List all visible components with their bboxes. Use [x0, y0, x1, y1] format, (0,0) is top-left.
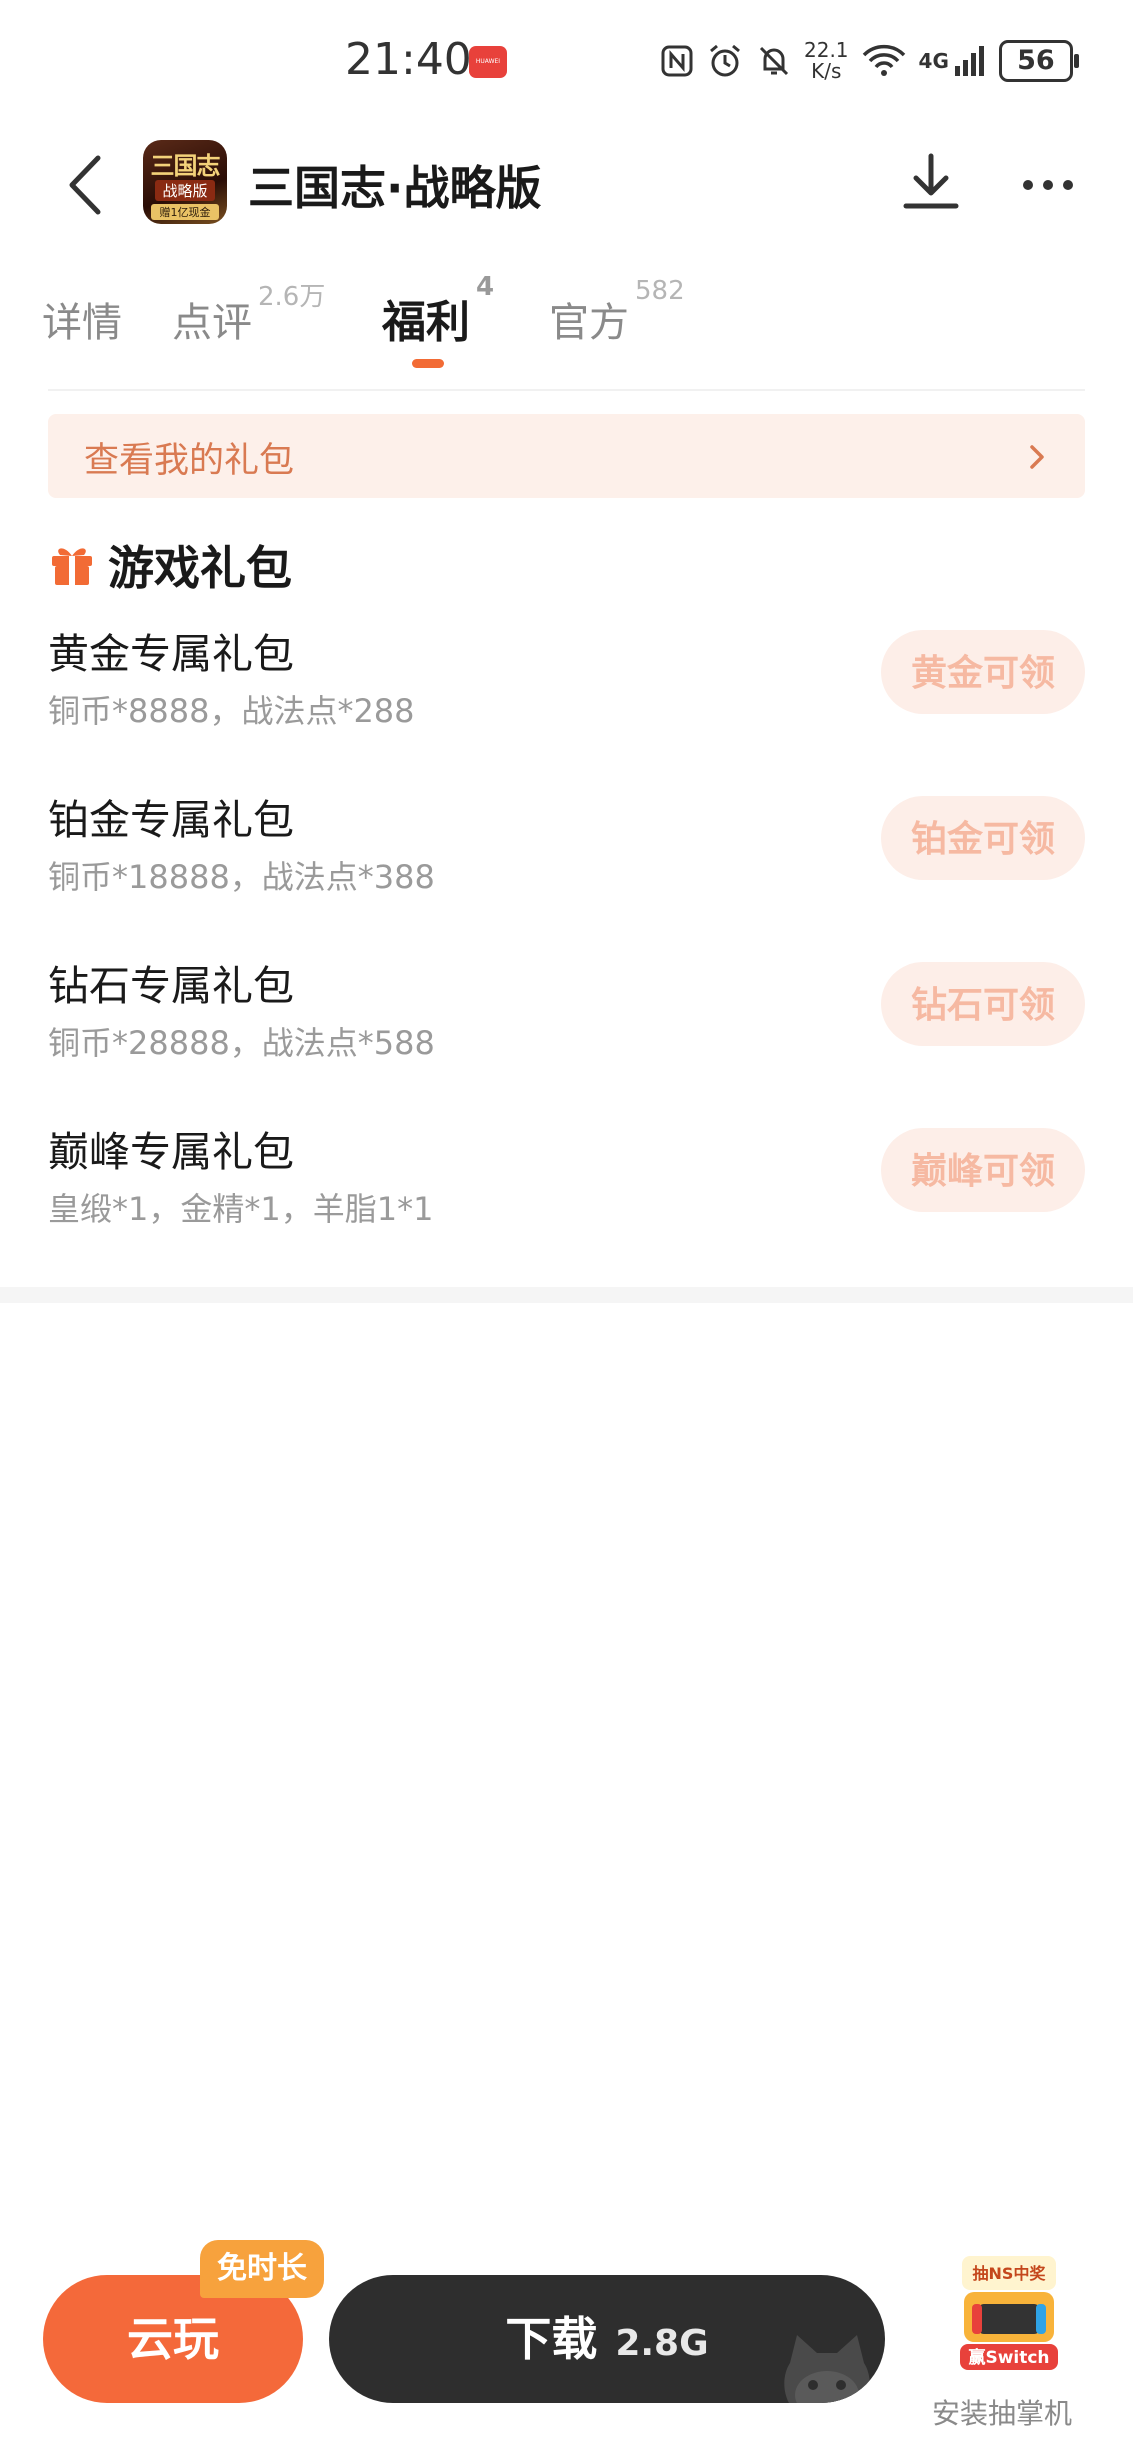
- claim-diamond-button[interactable]: 钻石可领: [881, 962, 1085, 1046]
- net-speed-unit: K/s: [811, 59, 842, 83]
- gift-desc: 铜币*18888，战法点*388: [48, 858, 435, 896]
- claim-gold-button[interactable]: 黄金可领: [881, 630, 1085, 714]
- gift-item: 巅峰专属礼包 皇缎*1，金精*1，羊脂1*1 巅峰可领: [48, 1118, 1085, 1268]
- gift-name: 铂金专属礼包: [48, 796, 294, 844]
- bottom-action-bar: 云玩 免时长 下载 2.8G 抽NS中奖 赢Switch 安装抽掌机: [0, 2230, 1133, 2453]
- my-gifts-label: 查看我的礼包: [84, 441, 295, 481]
- section-divider: [0, 1287, 1133, 1303]
- status-time: 21:40: [345, 34, 472, 85]
- app-icon-text-mid: 战略版: [155, 180, 215, 201]
- alarm-icon: [710, 44, 740, 77]
- back-button[interactable]: [58, 150, 118, 220]
- section-label: 游戏礼包: [108, 541, 292, 595]
- promo-top-text: 抽NS中奖: [973, 2264, 1047, 2283]
- tab-details[interactable]: 详情: [42, 290, 122, 348]
- active-tab-indicator: [412, 359, 444, 368]
- tab-official-count: 582: [635, 276, 685, 306]
- cat-mascot-icon: [784, 2335, 870, 2403]
- promo-badge-text: 赢Switch: [968, 2347, 1049, 2368]
- gift-name: 黄金专属礼包: [48, 630, 294, 678]
- signal-icon: [954, 46, 984, 76]
- free-time-badge: 免时长: [200, 2240, 324, 2298]
- tab-benefits[interactable]: 福利4: [382, 272, 494, 350]
- promo-install-lottery[interactable]: 抽NS中奖 赢Switch 安装抽掌机: [932, 2250, 1080, 2430]
- tab-benefits-count: 4: [476, 272, 495, 302]
- my-gifts-banner[interactable]: 查看我的礼包: [48, 414, 1085, 498]
- chevron-right-icon: [1030, 445, 1044, 469]
- status-bar: 21:40 HUAWEI 22.1 K/s 4G 56: [0, 0, 1133, 120]
- gift-item: 黄金专属礼包 铜币*8888，战法点*288 黄金可领: [48, 620, 1085, 770]
- mute-bell-icon: [759, 46, 789, 76]
- tab-bar: 详情 点评2.6万 福利4 官方582: [0, 270, 1133, 380]
- app-header: 三国志 战略版 赠1亿现金 三国志·战略版: [0, 130, 1133, 240]
- app-icon: 三国志 战略版 赠1亿现金: [143, 140, 227, 224]
- gift-icon: [52, 548, 92, 585]
- tab-reviews-count: 2.6万: [258, 282, 326, 312]
- app-icon-text-bottom: 赠1亿现金: [151, 204, 219, 220]
- download-size: 2.8G: [615, 2323, 709, 2364]
- gift-item: 钻石专属礼包 铜币*28888，战法点*588 钻石可领: [48, 952, 1085, 1102]
- tab-reviews-label: 点评: [172, 300, 252, 346]
- gift-desc: 铜币*28888，战法点*588: [48, 1024, 435, 1062]
- tab-official[interactable]: 官方582: [549, 276, 685, 348]
- app-icon-text-top: 三国志: [150, 152, 221, 180]
- wifi-icon: [862, 44, 905, 76]
- nfc-icon: [661, 45, 693, 77]
- huawei-badge-icon: HUAWEI: [469, 46, 507, 78]
- more-icon[interactable]: [1018, 160, 1078, 210]
- tab-details-label: 详情: [42, 300, 122, 346]
- network-type: 4G: [918, 49, 949, 73]
- gift-desc: 皇缎*1，金精*1，羊脂1*1: [48, 1190, 434, 1228]
- tab-reviews[interactable]: 点评2.6万: [172, 282, 325, 348]
- app-title: 三国志·战略版: [248, 161, 542, 215]
- tab-divider: [48, 389, 1085, 391]
- download-button[interactable]: 下载 2.8G: [329, 2275, 885, 2403]
- claim-peak-button[interactable]: 巅峰可领: [881, 1128, 1085, 1212]
- gift-desc: 铜币*8888，战法点*288: [48, 692, 415, 730]
- gift-name: 巅峰专属礼包: [48, 1128, 294, 1176]
- switch-prize-icon: 抽NS中奖 赢Switch: [960, 2256, 1058, 2370]
- claim-platinum-button[interactable]: 铂金可领: [881, 796, 1085, 880]
- net-speed: 22.1 K/s: [804, 40, 849, 82]
- gift-item: 铂金专属礼包 铜币*18888，战法点*388 铂金可领: [48, 786, 1085, 936]
- promo-label: 安装抽掌机: [932, 2397, 1073, 2430]
- download-icon[interactable]: [896, 148, 966, 218]
- net-speed-value: 22.1: [804, 38, 849, 62]
- battery-indicator: 56: [998, 40, 1079, 82]
- status-icons: 22.1 K/s 4G 56: [660, 36, 1079, 86]
- tab-benefits-label: 福利: [382, 297, 470, 348]
- gift-name: 钻石专属礼包: [48, 962, 294, 1010]
- download-label: 下载: [505, 2312, 598, 2366]
- tab-official-label: 官方: [549, 300, 629, 346]
